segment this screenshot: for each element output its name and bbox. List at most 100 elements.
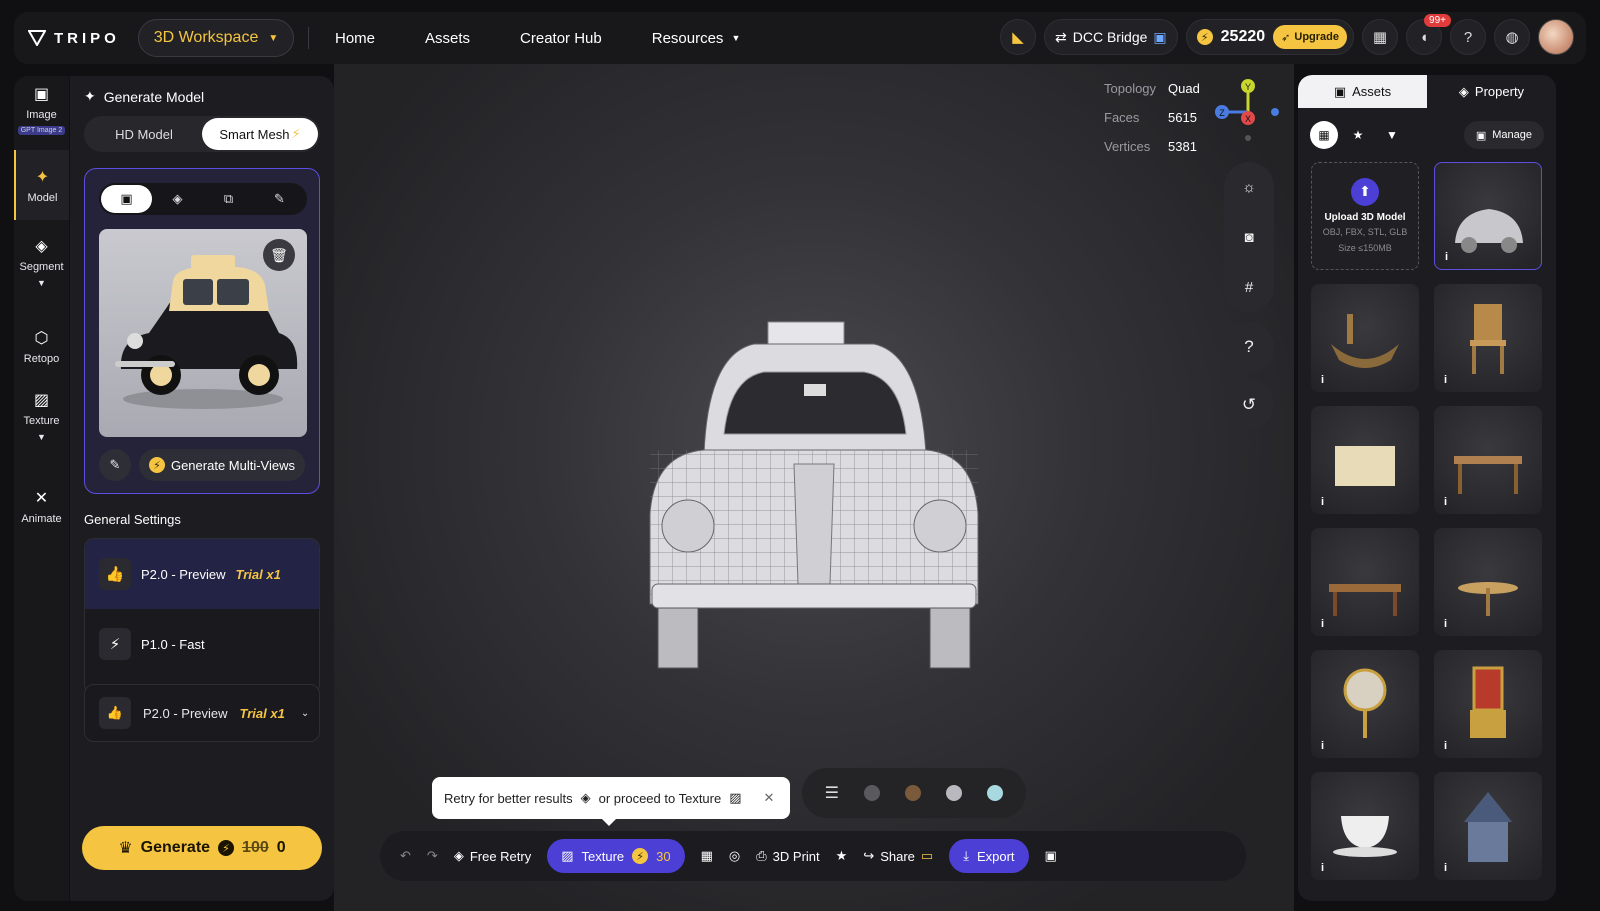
tab-multiview-input[interactable]: ◈ <box>152 185 203 213</box>
info-icon[interactable]: i <box>1444 740 1447 752</box>
dcc-bridge-button[interactable]: ⇄ DCC Bridge ▣ <box>1043 19 1178 55</box>
material-wood-dot[interactable] <box>905 785 922 801</box>
info-icon[interactable]: i <box>1444 618 1447 630</box>
export-button[interactable]: ⤓ Export <box>949 839 1029 873</box>
rail-model[interactable]: ✦ Model <box>14 150 69 220</box>
info-icon[interactable]: i <box>1321 374 1324 386</box>
edit-image-button[interactable]: ✎ <box>99 449 131 481</box>
notifications-button[interactable]: ◖ 99+ <box>1406 14 1451 55</box>
close-icon[interactable]: ✕ <box>764 790 775 806</box>
right-panel-tabs: ▣ Assets ◈ Property <box>1298 75 1556 108</box>
assets-panel: ▣ Assets ◈ Property ▦ ★ ▼ ▣ Manage ⬆ Upload… <box>1298 75 1556 901</box>
model-option-p1-fast[interactable]: ⚡ P1.0 - Fast <box>85 609 319 679</box>
info-icon[interactable]: i <box>1445 251 1448 263</box>
asset-tile-taxi[interactable]: i <box>1434 162 1542 270</box>
asset-tile-boat[interactable]: i <box>1311 284 1419 392</box>
rail-retopo[interactable]: ⬡ Retopo <box>14 328 69 368</box>
workspace-dropdown[interactable]: 3D Workspace ▼ <box>138 19 294 57</box>
input-image-preview[interactable]: 🗑 <box>99 229 307 437</box>
rail-animate[interactable]: ✕ Animate <box>14 488 69 528</box>
caret-down-icon[interactable]: ▼ <box>37 432 46 442</box>
filter-favorites[interactable]: ★ <box>1344 121 1372 149</box>
tab-property[interactable]: ◈ Property <box>1427 75 1556 108</box>
3d-viewport[interactable]: Topology Quad Faces 5615 Vertices 5381 Y Z … <box>334 64 1294 911</box>
camera-icon[interactable]: ◙ <box>1244 229 1253 246</box>
help-button[interactable]: ? <box>1450 19 1486 55</box>
star-icon: ★ <box>1352 128 1364 142</box>
brand-logo[interactable]: TRIPO <box>28 30 128 47</box>
manage-button[interactable]: ▣ Manage <box>1463 121 1544 149</box>
material-metal-dot[interactable] <box>946 785 963 801</box>
asset-tile-chair[interactable]: i <box>1434 284 1542 392</box>
asset-tile-bistro-table[interactable]: i <box>1434 528 1542 636</box>
delete-image-button[interactable]: 🗑 <box>263 239 295 271</box>
3d-print-button[interactable]: ⎙ 3D Print <box>756 848 819 864</box>
light-icon[interactable]: ☼ <box>1242 179 1256 196</box>
orbit-icon[interactable]: ◎ <box>729 848 740 864</box>
nav-resources[interactable]: Resources ▼ <box>652 30 741 47</box>
undo-icon[interactable]: ↶ <box>400 848 411 864</box>
asset-tile-teacup[interactable]: i <box>1311 772 1419 880</box>
filter-all[interactable]: ▦ <box>1310 121 1338 149</box>
info-icon[interactable]: i <box>1444 374 1447 386</box>
credits-pill[interactable]: ⚡ 25220 ➶ Upgrade <box>1185 19 1354 55</box>
free-retry-button[interactable]: ◈ Free Retry <box>454 848 531 864</box>
generate-button[interactable]: ♛ Generate ⚡ 100 0 <box>82 826 322 870</box>
images-icon: ⧉ <box>223 191 234 206</box>
tab-assets[interactable]: ▣ Assets <box>1298 75 1427 108</box>
asset-tile-crate[interactable]: i <box>1311 406 1419 514</box>
nav-home[interactable]: Home <box>335 30 375 47</box>
feedback-icon[interactable]: ▣ <box>1045 848 1057 864</box>
asset-tile-mirror[interactable]: i <box>1311 650 1419 758</box>
model-version-select[interactable]: 👍 P2.0 - Preview Trial x1 ⌄ <box>84 684 320 742</box>
export-label: Export <box>976 848 1015 864</box>
tab-text-input[interactable]: ✎ <box>254 185 305 213</box>
history-button[interactable]: ↺ <box>1224 380 1274 430</box>
generate-multi-views-button[interactable]: ⚡ Generate Multi-Views <box>139 449 305 481</box>
nav-creator-hub[interactable]: Creator Hub <box>520 30 602 47</box>
mode-hd-model[interactable]: HD Model <box>86 118 202 150</box>
asset-tile-throne[interactable]: i <box>1434 650 1542 758</box>
info-icon[interactable]: i <box>1321 862 1324 874</box>
grid-icon[interactable]: # <box>1245 279 1253 296</box>
tab-batch-input[interactable]: ⧉ <box>203 185 254 213</box>
gift-button[interactable]: ▦ <box>1362 19 1398 55</box>
user-avatar[interactable] <box>1538 19 1574 55</box>
info-icon[interactable]: i <box>1444 496 1447 508</box>
asset-tile-writing-desk[interactable]: i <box>1311 528 1419 636</box>
rail-texture[interactable]: ▨ Texture ▼ <box>14 390 69 450</box>
announcement-button[interactable]: ◣ <box>999 19 1036 55</box>
filter-funnel[interactable]: ▼ <box>1378 121 1406 149</box>
model-option-p2-preview[interactable]: 👍 P2.0 - Preview Trial x1 <box>85 539 319 609</box>
rail-image[interactable]: ▣ Image GPT Image 2 <box>14 84 69 146</box>
upload-3d-model-tile[interactable]: ⬆ Upload 3D Model OBJ, FBX, STL, GLB Siz… <box>1311 162 1419 270</box>
rail-segment[interactable]: ◈ Segment ▼ <box>14 236 69 296</box>
share-label: Share <box>880 848 915 864</box>
upgrade-button[interactable]: ➶ Upgrade <box>1273 25 1347 49</box>
share-button[interactable]: ↪ Share ▭ <box>863 848 933 864</box>
info-icon[interactable]: i <box>1321 740 1324 752</box>
gift-icon[interactable]: ▦ <box>701 848 713 864</box>
material-clay-dot[interactable] <box>864 785 881 801</box>
info-icon[interactable]: i <box>1321 618 1324 630</box>
material-glass-dot[interactable] <box>987 785 1004 801</box>
axis-gizmo[interactable]: Y Z X <box>1210 74 1280 144</box>
top-bar: TRIPO 3D Workspace ▼ Home Assets Creator… <box>14 12 1586 64</box>
texture-button[interactable]: ▨ Texture ⚡ 30 <box>547 839 685 873</box>
rail-texture-label: Texture <box>23 415 60 427</box>
nav-assets[interactable]: Assets <box>425 30 470 47</box>
info-icon[interactable]: i <box>1444 862 1447 874</box>
sliders-icon[interactable]: ☰ <box>825 783 839 803</box>
asset-tile-desk[interactable]: i <box>1434 406 1542 514</box>
language-button[interactable]: ◍ <box>1494 19 1530 55</box>
gift-icon: ▦ <box>1372 29 1388 46</box>
mode-smart-mesh[interactable]: Smart Mesh ⚡ <box>202 118 318 150</box>
redo-icon[interactable]: ↷ <box>427 848 438 864</box>
star-icon[interactable]: ★ <box>836 848 848 864</box>
asset-tile-house[interactable]: i <box>1434 772 1542 880</box>
image-icon: ▣ <box>33 86 50 103</box>
info-icon[interactable]: i <box>1321 496 1324 508</box>
tab-image-input[interactable]: ▣ <box>101 185 152 213</box>
caret-down-icon[interactable]: ▼ <box>37 278 46 288</box>
help-button[interactable]: ? <box>1224 322 1274 372</box>
